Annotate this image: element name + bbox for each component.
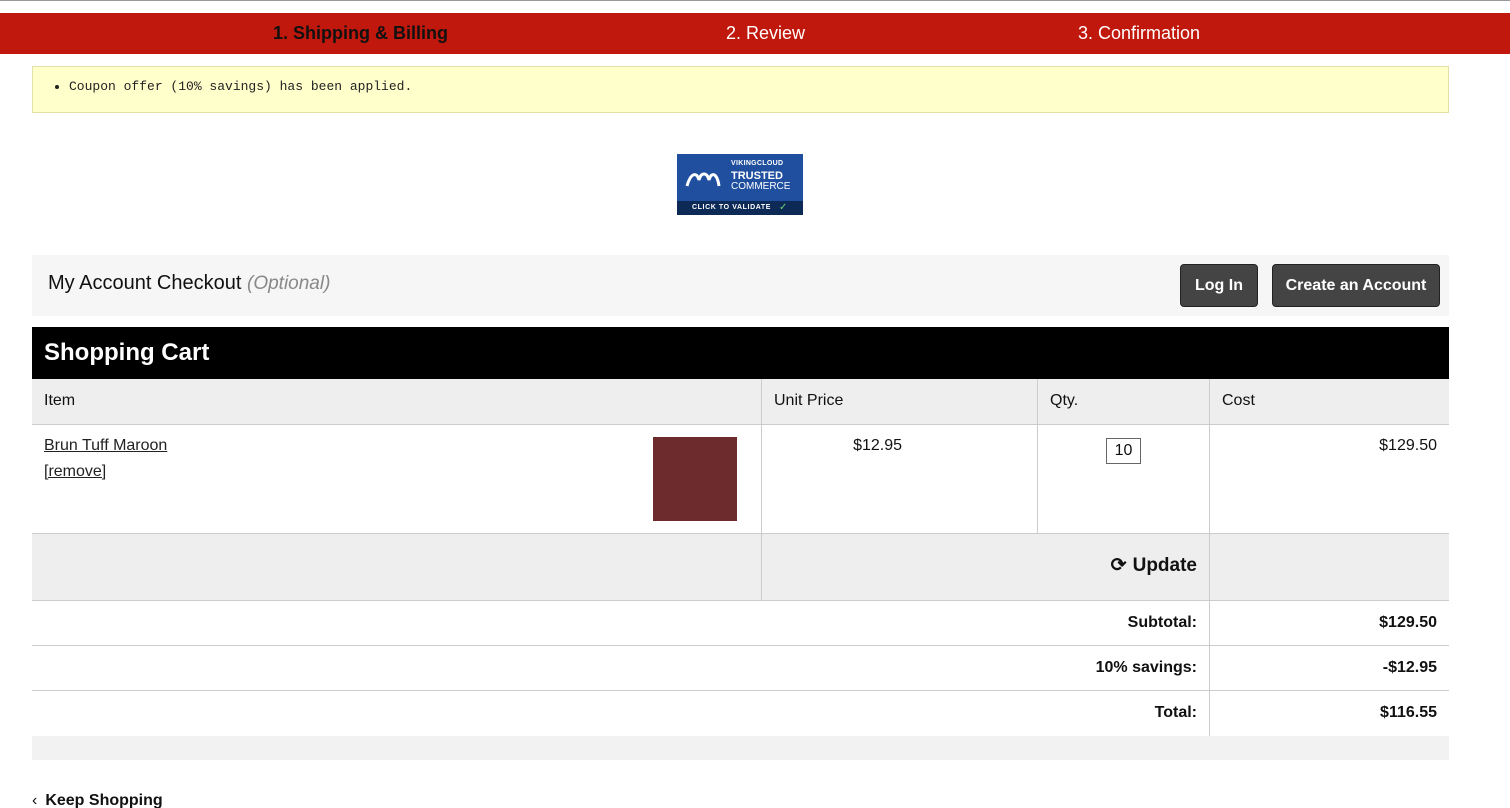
step-review: 2. Review bbox=[726, 23, 806, 43]
coupon-message: Coupon offer (10% savings) has been appl… bbox=[69, 79, 1448, 94]
badge-validate-strip: CLICK TO VALIDATE ✓ bbox=[677, 201, 803, 215]
subtotal-label: Subtotal: bbox=[1127, 614, 1197, 631]
column-item: Item bbox=[44, 392, 76, 409]
cart-title: Shopping Cart bbox=[32, 327, 1449, 379]
account-title-text: My Account Checkout bbox=[48, 272, 242, 294]
create-account-button[interactable]: Create an Account bbox=[1272, 264, 1440, 307]
badge-line2: COMMERCE bbox=[731, 181, 791, 192]
keep-shopping-label: Keep Shopping bbox=[45, 792, 163, 808]
checkmark-icon: ✓ bbox=[779, 202, 788, 213]
account-optional-text: (Optional) bbox=[247, 273, 331, 294]
checkout-steps: 1. Shipping & Billing 2. Review 3. Confi… bbox=[0, 13, 1510, 54]
item-thumbnail[interactable] bbox=[653, 437, 737, 521]
step-confirmation: 3. Confirmation bbox=[1078, 23, 1201, 43]
subtotal-row: Subtotal: $129.50 bbox=[32, 601, 1449, 646]
update-row: ⟳ Update bbox=[32, 534, 1449, 601]
shopping-cart: Shopping Cart Item Unit Price Qty. Cost … bbox=[32, 327, 1449, 760]
login-button[interactable]: Log In bbox=[1180, 264, 1258, 307]
unit-price-cell: $12.95 bbox=[761, 425, 1037, 533]
savings-label: 10% savings: bbox=[1095, 659, 1197, 676]
quantity-input[interactable] bbox=[1106, 438, 1141, 464]
item-cell: Brun Tuff Maroon [remove] bbox=[32, 425, 761, 533]
account-checkout-title: My Account Checkout (Optional) bbox=[48, 272, 330, 295]
step-shipping-billing: 1. Shipping & Billing bbox=[273, 23, 448, 43]
table-row: Brun Tuff Maroon [remove] $12.95 $129.50 bbox=[32, 425, 1449, 534]
cart-footer-band bbox=[32, 736, 1449, 760]
item-cost: $129.50 bbox=[1379, 437, 1437, 454]
refresh-icon: ⟳ bbox=[1110, 555, 1127, 576]
item-name-link[interactable]: Brun Tuff Maroon bbox=[44, 437, 167, 455]
coupon-notice: Coupon offer (10% savings) has been appl… bbox=[32, 66, 1449, 113]
subtotal-value: $129.50 bbox=[1379, 614, 1437, 631]
update-cell: ⟳ Update bbox=[761, 534, 1209, 600]
update-button[interactable]: ⟳ Update bbox=[1111, 554, 1197, 577]
top-border bbox=[0, 0, 1510, 14]
total-row: Total: $116.55 bbox=[32, 691, 1449, 736]
column-qty: Qty. bbox=[1037, 379, 1209, 424]
keep-shopping-link[interactable]: ‹ Keep Shopping bbox=[32, 792, 163, 808]
badge-line1: TRUSTED bbox=[731, 170, 783, 182]
unit-price: $12.95 bbox=[853, 437, 902, 454]
vikingcloud-logo-icon bbox=[685, 172, 721, 187]
account-checkout-bar: My Account Checkout (Optional) Log In Cr… bbox=[32, 255, 1449, 316]
chevron-left-icon: ‹ bbox=[32, 792, 38, 808]
column-cost: Cost bbox=[1209, 379, 1449, 424]
total-label: Total: bbox=[1154, 704, 1197, 721]
update-label: Update bbox=[1132, 555, 1197, 576]
badge-brand: VIKINGCLOUD bbox=[731, 160, 784, 167]
total-value: $116.55 bbox=[1380, 704, 1437, 721]
savings-row: 10% savings: -$12.95 bbox=[32, 646, 1449, 691]
savings-value: -$12.95 bbox=[1382, 659, 1437, 676]
trusted-commerce-badge[interactable]: VIKINGCLOUD TRUSTED COMMERCE CLICK TO VA… bbox=[677, 154, 803, 215]
qty-cell bbox=[1037, 425, 1209, 533]
remove-item-link[interactable]: [remove] bbox=[44, 463, 106, 481]
column-unit-price: Unit Price bbox=[761, 379, 1037, 424]
cart-column-headers: Item Unit Price Qty. Cost bbox=[32, 379, 1449, 425]
badge-cta: CLICK TO VALIDATE bbox=[692, 204, 772, 211]
cost-cell: $129.50 bbox=[1209, 425, 1449, 533]
